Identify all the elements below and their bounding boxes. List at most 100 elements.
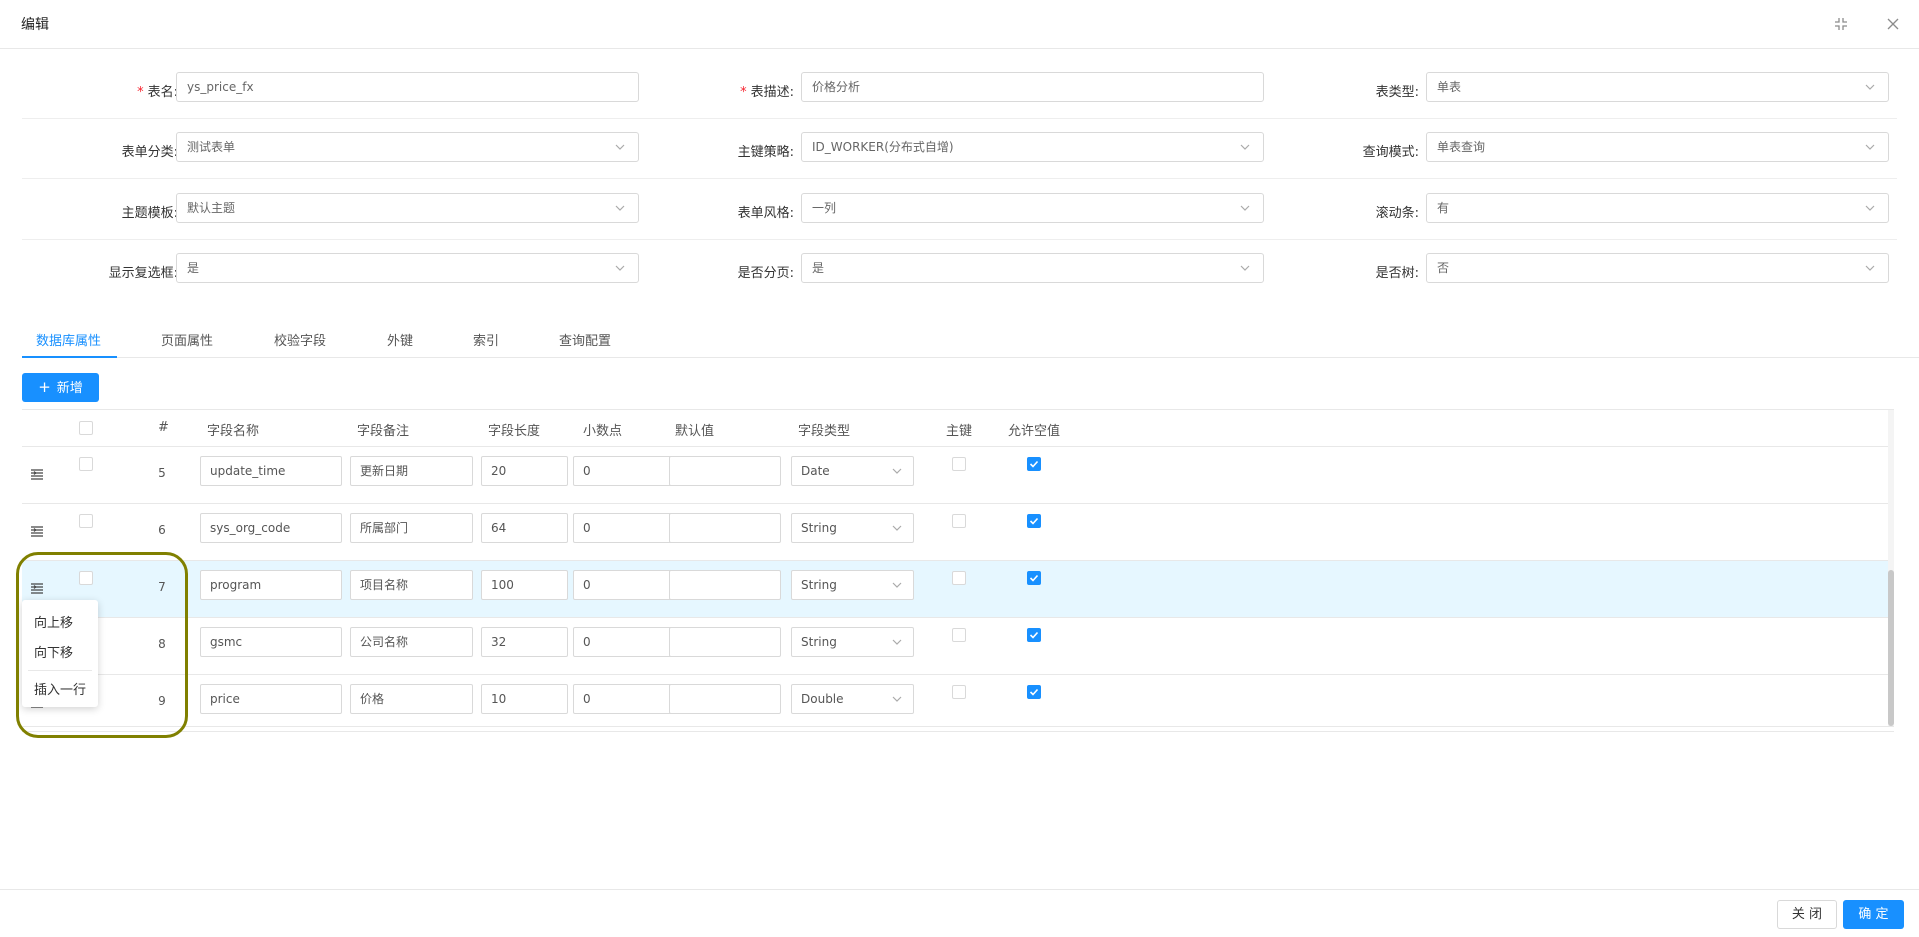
row-number: 7 [158,580,166,594]
form-style-label-text: 表单风格: [737,206,794,221]
menu-item-move-down[interactable]: 向下移 [34,642,73,661]
nullable-checkbox[interactable] [1027,685,1041,699]
add-field-label: 新增 [56,381,83,396]
field-type-value: String [801,578,837,592]
primary-key-checkbox[interactable] [952,628,966,642]
show-checkbox-select[interactable]: 是 [176,253,639,283]
field-name-input[interactable]: update_time [200,456,342,486]
tab-database-properties[interactable]: 数据库属性 [36,330,101,358]
table-name-input[interactable]: ys_price_fx [176,72,639,102]
row-select-checkbox[interactable] [79,457,93,471]
chevron-down-icon [891,571,905,599]
table-row: 7 program 项目名称 100 0 String [22,561,1894,618]
field-type-select[interactable]: String [791,513,914,543]
header-field-length: 字段长度 [488,424,541,439]
form-row-4: 显示复选框: 是 是否分页: 是 是否树: 否 [0,240,1919,300]
pagination-label: 是否分页: [634,262,794,281]
drag-handle-icon[interactable] [30,467,44,481]
confirm-button[interactable]: 确 定 [1843,900,1904,929]
field-type-select[interactable]: Double [791,684,914,714]
chevron-down-icon [1239,254,1253,282]
nullable-checkbox[interactable] [1027,457,1041,471]
table-type-value: 单表 [1437,80,1462,94]
field-name-input[interactable]: price [200,684,342,714]
table-description-label: * 表描述: [634,81,794,100]
row-select-checkbox[interactable] [79,514,93,528]
decimal-input[interactable]: 0 [573,513,683,543]
drag-handle-icon[interactable] [30,581,44,595]
row-context-menu: 向上移 向下移 插入一行 [22,600,98,707]
field-name-input[interactable]: program [200,570,342,600]
primary-key-strategy-select[interactable]: ID_WORKER(分布式自增) [801,132,1264,162]
default-value-input[interactable] [669,627,781,657]
field-length-input[interactable]: 64 [481,513,568,543]
field-length-input[interactable]: 10 [481,684,568,714]
decimal-input[interactable]: 0 [573,684,683,714]
scrollbar-option-select[interactable]: 有 [1426,193,1889,223]
default-value-input[interactable] [669,684,781,714]
table-type-select[interactable]: 单表 [1426,72,1889,102]
compress-icon[interactable] [1831,14,1851,34]
decimal-input[interactable]: 0 [573,456,683,486]
table-description-label-text: 表描述: [750,85,794,100]
row-select-checkbox[interactable] [79,571,93,585]
table-name-label: * 表名: [18,81,178,100]
query-mode-label-text: 查询模式: [1362,145,1419,160]
fields-table: # 字段名称 字段备注 字段长度 小数点 默认值 字段类型 主键 允许空值 5 u… [22,409,1894,732]
field-length-input[interactable]: 32 [481,627,568,657]
field-name-input[interactable]: sys_org_code [200,513,342,543]
default-value-input[interactable] [669,456,781,486]
nullable-checkbox[interactable] [1027,514,1041,528]
field-remark-input[interactable]: 项目名称 [350,570,473,600]
add-field-button[interactable]: + 新增 [22,373,99,402]
primary-key-checkbox[interactable] [952,514,966,528]
form-style-select[interactable]: 一列 [801,193,1264,223]
field-remark-input[interactable]: 更新日期 [350,456,473,486]
header-field-name: 字段名称 [207,424,260,439]
field-length-input[interactable]: 100 [481,570,568,600]
table-description-input[interactable]: 价格分析 [801,72,1264,102]
nullable-checkbox[interactable] [1027,571,1041,585]
chevron-down-icon [1239,194,1253,222]
select-all-checkbox[interactable] [79,421,93,435]
form-category-select[interactable]: 测试表单 [176,132,639,162]
is-tree-value: 否 [1437,261,1450,275]
scrollbar-thumb[interactable] [1888,570,1894,726]
decimal-input[interactable]: 0 [573,627,683,657]
nullable-checkbox[interactable] [1027,628,1041,642]
menu-item-insert-row[interactable]: 插入一行 [34,679,86,698]
tab-page-properties[interactable]: 页面属性 [161,330,213,358]
default-value-input[interactable] [669,570,781,600]
active-tab-indicator [22,356,117,358]
menu-item-move-up[interactable]: 向上移 [34,612,73,631]
decimal-input[interactable]: 0 [573,570,683,600]
field-type-select[interactable]: String [791,570,914,600]
drag-handle-icon[interactable] [30,524,44,538]
table-scrollbar[interactable] [1888,410,1894,726]
tab-validation-fields[interactable]: 校验字段 [274,330,326,358]
field-length-input[interactable]: 20 [481,456,568,486]
default-value-input[interactable] [669,513,781,543]
field-remark-input[interactable]: 公司名称 [350,627,473,657]
field-name-input[interactable]: gsmc [200,627,342,657]
tab-indexes[interactable]: 索引 [473,330,499,358]
field-remark-input[interactable]: 所属部门 [350,513,473,543]
tab-query-config[interactable]: 查询配置 [559,330,611,358]
query-mode-select[interactable]: 单表查询 [1426,132,1889,162]
form-style-label: 表单风格: [634,202,794,221]
header-decimal: 小数点 [583,424,623,439]
form-row-1: * 表名: ys_price_fx * 表描述: 价格分析 表类型: 单表 [0,59,1919,119]
theme-template-select[interactable]: 默认主题 [176,193,639,223]
field-type-select[interactable]: Date [791,456,914,486]
field-remark-input[interactable]: 价格 [350,684,473,714]
close-icon[interactable] [1883,14,1903,34]
primary-key-checkbox[interactable] [952,571,966,585]
close-button[interactable]: 关 闭 [1777,900,1837,929]
primary-key-checkbox[interactable] [952,685,966,699]
chevron-down-icon [891,628,905,656]
pagination-select[interactable]: 是 [801,253,1264,283]
tab-foreign-keys[interactable]: 外键 [387,330,413,358]
primary-key-checkbox[interactable] [952,457,966,471]
is-tree-select[interactable]: 否 [1426,253,1889,283]
field-type-select[interactable]: String [791,627,914,657]
